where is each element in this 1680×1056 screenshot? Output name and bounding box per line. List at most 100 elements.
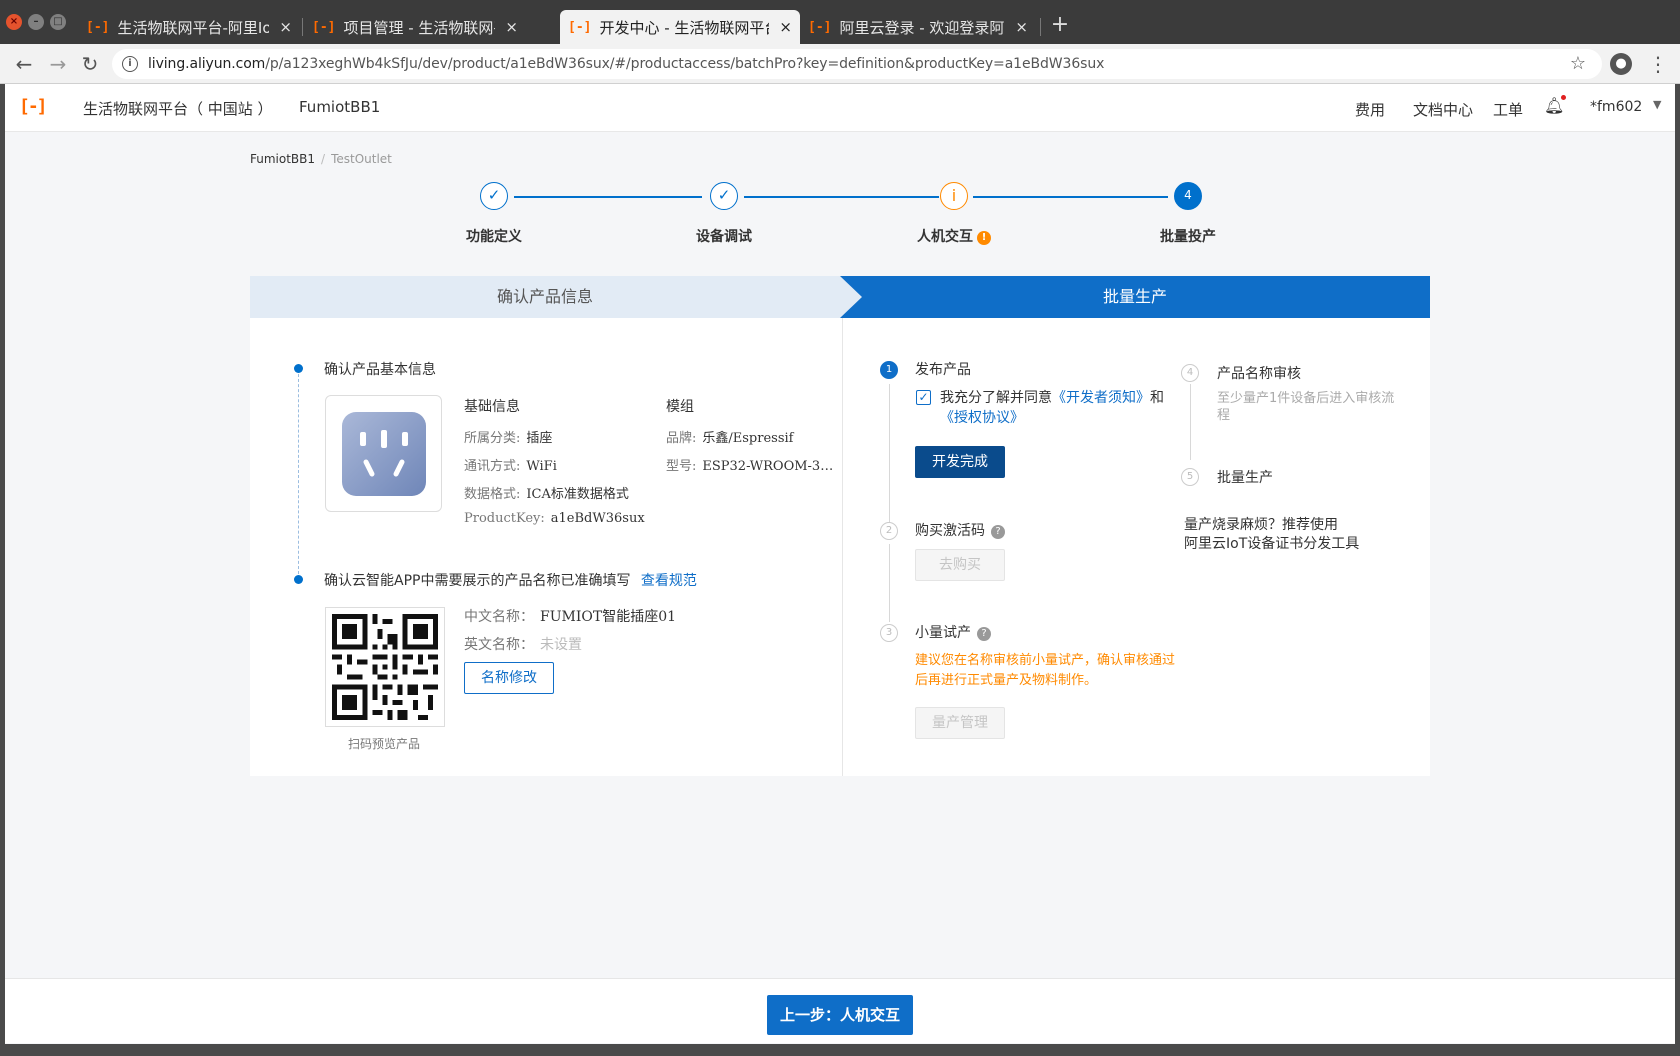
view-spec-link[interactable]: 查看规范 — [641, 573, 697, 589]
tab-close-icon[interactable]: × — [279, 18, 292, 36]
aliyun-favicon-icon: [-] — [86, 19, 110, 35]
qr-caption: 扫码预览产品 — [348, 737, 421, 751]
step-connector — [973, 196, 1168, 198]
bookmark-star-icon[interactable]: ☆ — [1570, 53, 1586, 74]
back-arrow-icon[interactable]: ← — [10, 50, 38, 78]
window-minimize-icon[interactable]: – — [28, 14, 44, 30]
aliyun-favicon-icon: [-] — [312, 19, 336, 35]
brand-value: 乐鑫/Espressif — [702, 431, 794, 446]
previous-step-button[interactable]: 上一步：人机交互 — [767, 995, 913, 1035]
new-tab-button[interactable]: + — [1048, 12, 1072, 37]
step-5-title: 批量生产 — [1217, 470, 1273, 486]
tab-title: 生活物联网平台-阿里IoT生 — [117, 18, 270, 37]
project-name[interactable]: FumiotBB1 — [299, 98, 380, 116]
qr-code — [325, 607, 445, 727]
step-label-hmi[interactable]: 人机交互! — [917, 226, 991, 246]
window-close-icon[interactable]: × — [6, 14, 22, 30]
step-3-title-text: 小量试产 — [915, 625, 971, 641]
nav-tickets[interactable]: 工单 — [1493, 99, 1523, 120]
user-name[interactable]: *fm602 — [1590, 99, 1642, 115]
aliyun-logo-icon[interactable]: [-] — [19, 96, 47, 117]
nav-docs[interactable]: 文档中心 — [1413, 99, 1473, 120]
step-done-check-icon[interactable]: ✓ — [480, 182, 508, 210]
tab-close-icon[interactable]: × — [505, 18, 518, 36]
productkey-key: ProductKey: — [464, 511, 545, 526]
cn-name-row: 中文名称： FUMIOT智能插座01 — [464, 606, 676, 626]
warning-badge-icon: ! — [977, 231, 991, 245]
right-step-connector — [889, 384, 890, 524]
cert-tool-link[interactable]: 阿里云IoT设备证书分发工具 — [1184, 533, 1359, 553]
step-4-description: 至少量产1件设备后进入审核流程 — [1217, 391, 1395, 423]
step-warning-icon[interactable]: i — [940, 182, 968, 210]
breadcrumb-root[interactable]: FumiotBB1 — [250, 152, 315, 166]
agree-prefix: 我充分了解并同意 — [940, 390, 1052, 406]
tab-title: 开发中心 - 生活物联网平台 — [599, 18, 770, 37]
tab-batch-production[interactable]: 批量生产 — [840, 276, 1430, 318]
reload-icon[interactable]: ↻ — [76, 50, 104, 78]
brand-row: 品牌: 乐鑫/Espressif — [666, 427, 793, 446]
section-title-text: 确认云智能APP中需要展示的产品名称已准确填写 — [324, 573, 631, 589]
step-3-number: 3 — [880, 624, 898, 642]
step-connector — [744, 196, 939, 198]
category-row: 所属分类: 插座 — [464, 427, 552, 446]
step-connector — [514, 196, 702, 198]
step-label-text: 人机交互 — [917, 229, 973, 245]
rename-button[interactable]: 名称修改 — [464, 662, 554, 694]
aliyun-favicon-icon: [-] — [808, 19, 832, 35]
chevron-down-icon[interactable]: ▼ — [1653, 98, 1661, 111]
browser-tab-2[interactable]: [-] 项目管理 - 生活物联网平台 × — [304, 10, 526, 44]
browser-tab-1[interactable]: [-] 生活物联网平台-阿里IoT生 × — [78, 10, 300, 44]
right-step-connector — [889, 544, 890, 622]
step-label-device-debug[interactable]: 设备调试 — [696, 226, 752, 246]
tab-confirm-product-info[interactable]: 确认产品信息 — [250, 276, 840, 318]
step-3-title: 小量试产? — [915, 622, 991, 642]
tab-title: 项目管理 - 生活物联网平台 — [343, 18, 495, 37]
url-text: living.aliyun.com/p/a123xeghWb4kSfJu/dev… — [148, 56, 1104, 72]
model-row: 型号: ESP32-WROOM-3… — [666, 455, 833, 474]
step-1-number: 1 — [880, 361, 898, 379]
agree-checkbox-icon[interactable]: ✓ — [916, 390, 931, 405]
tab-title: 阿里云登录 - 欢迎登录阿里 — [839, 18, 1006, 37]
timeline-dot — [294, 364, 303, 373]
tab-separator — [302, 18, 303, 36]
help-icon[interactable]: ? — [991, 525, 1005, 539]
step-done-check-icon[interactable]: ✓ — [710, 182, 738, 210]
url-path: /p/a123xeghWb4kSfJu/dev/product/a1eBdW36… — [265, 56, 1105, 72]
license-agreement-link[interactable]: 《授权协议》 — [940, 410, 1024, 426]
address-bar[interactable]: i living.aliyun.com/p/a123xeghWb4kSfJu/d… — [112, 49, 1602, 79]
step-5-number: 5 — [1181, 468, 1199, 486]
production-management-button[interactable]: 量产管理 — [915, 707, 1005, 739]
cn-name-key: 中文名称： — [464, 609, 534, 625]
browser-tab-4[interactable]: [-] 阿里云登录 - 欢迎登录阿里 × — [800, 10, 1036, 44]
notification-dot — [1561, 95, 1566, 100]
window-maximize-icon[interactable]: □ — [50, 14, 66, 30]
progress-steps: ✓ ✓ i 4 功能定义 设备调试 人机交互! 批量投产 — [5, 174, 1675, 246]
step-2-title-text: 购买激活码 — [915, 523, 985, 539]
basic-info-heading: 基础信息 — [464, 399, 520, 415]
tab-close-icon[interactable]: × — [779, 18, 792, 36]
module-heading: 模组 — [666, 399, 694, 415]
product-image — [325, 395, 442, 512]
browser-menu-icon[interactable]: ⋮ — [1648, 50, 1668, 78]
forward-arrow-icon[interactable]: → — [44, 50, 72, 78]
buy-button[interactable]: 去购买 — [915, 549, 1005, 581]
breadcrumb-current: TestOutlet — [331, 152, 392, 166]
browser-tab-3-active[interactable]: [-] 开发中心 - 生活物联网平台 × — [560, 10, 800, 44]
profile-avatar-icon[interactable]: ● — [1610, 53, 1632, 75]
comm-key: 通讯方式: — [464, 459, 521, 474]
timeline-line — [298, 374, 299, 574]
step-label-function-definition[interactable]: 功能定义 — [466, 226, 522, 246]
tab-close-icon[interactable]: × — [1015, 18, 1028, 36]
developer-notice-link[interactable]: 《开发者须知》 — [1052, 390, 1150, 406]
dev-complete-button[interactable]: 开发完成 — [915, 446, 1005, 478]
site-info-icon[interactable]: i — [122, 56, 138, 72]
browser-tab-strip: × – □ [-] 生活物联网平台-阿里IoT生 × [-] 项目管理 - 生活… — [0, 0, 1680, 44]
brand-key: 品牌: — [666, 431, 697, 446]
step-2-title: 购买激活码? — [915, 520, 1005, 540]
browser-toolbar: ← → ↻ i living.aliyun.com/p/a123xeghWb4k… — [0, 44, 1680, 84]
nav-fees[interactable]: 费用 — [1355, 99, 1385, 120]
help-icon[interactable]: ? — [977, 627, 991, 641]
productkey-row: ProductKey: a1eBdW36sux — [464, 511, 645, 526]
platform-name[interactable]: 生活物联网平台（ 中国站 ） — [83, 98, 273, 119]
cn-name-value: FUMIOT智能插座01 — [540, 609, 677, 625]
